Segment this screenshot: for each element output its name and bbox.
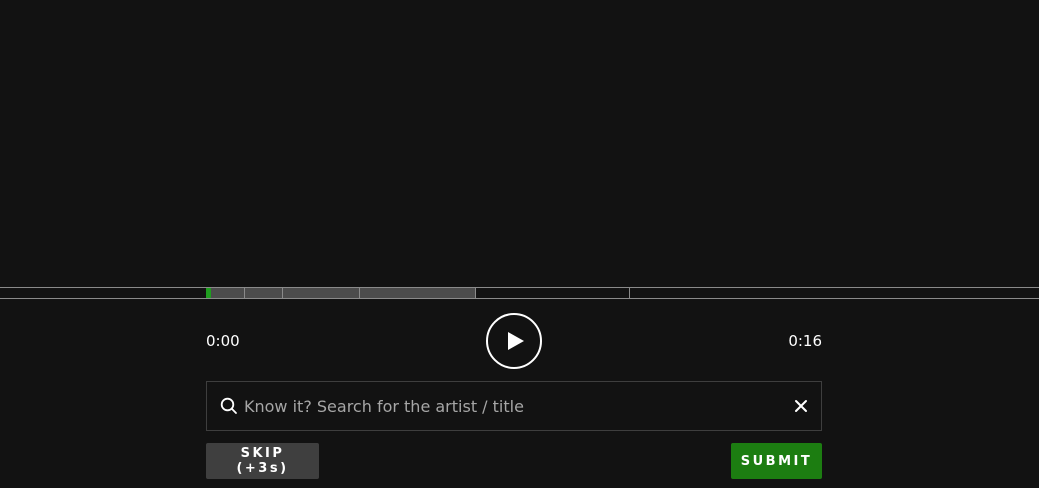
search-input[interactable] bbox=[239, 382, 791, 430]
submit-button[interactable]: SUBMIT bbox=[731, 443, 822, 479]
play-icon bbox=[508, 332, 524, 350]
search-box[interactable] bbox=[206, 381, 822, 431]
segment-area bbox=[206, 288, 822, 298]
segment-1 bbox=[206, 288, 245, 298]
current-time: 0:00 bbox=[206, 332, 240, 350]
close-icon[interactable] bbox=[791, 396, 811, 416]
game-screen: 0:00 0:16 SKIP (+3s) SUBMIT bbox=[0, 0, 1039, 488]
audio-progress-bar[interactable] bbox=[0, 287, 1039, 299]
segment-5 bbox=[476, 288, 630, 298]
search-icon bbox=[219, 396, 239, 416]
skip-button[interactable]: SKIP (+3s) bbox=[206, 443, 319, 479]
segment-6 bbox=[630, 288, 822, 298]
playhead bbox=[206, 288, 211, 298]
play-button[interactable] bbox=[486, 313, 542, 369]
total-time: 0:16 bbox=[788, 332, 822, 350]
segment-4 bbox=[360, 288, 476, 298]
segment-2 bbox=[245, 288, 283, 298]
segment-3 bbox=[283, 288, 360, 298]
